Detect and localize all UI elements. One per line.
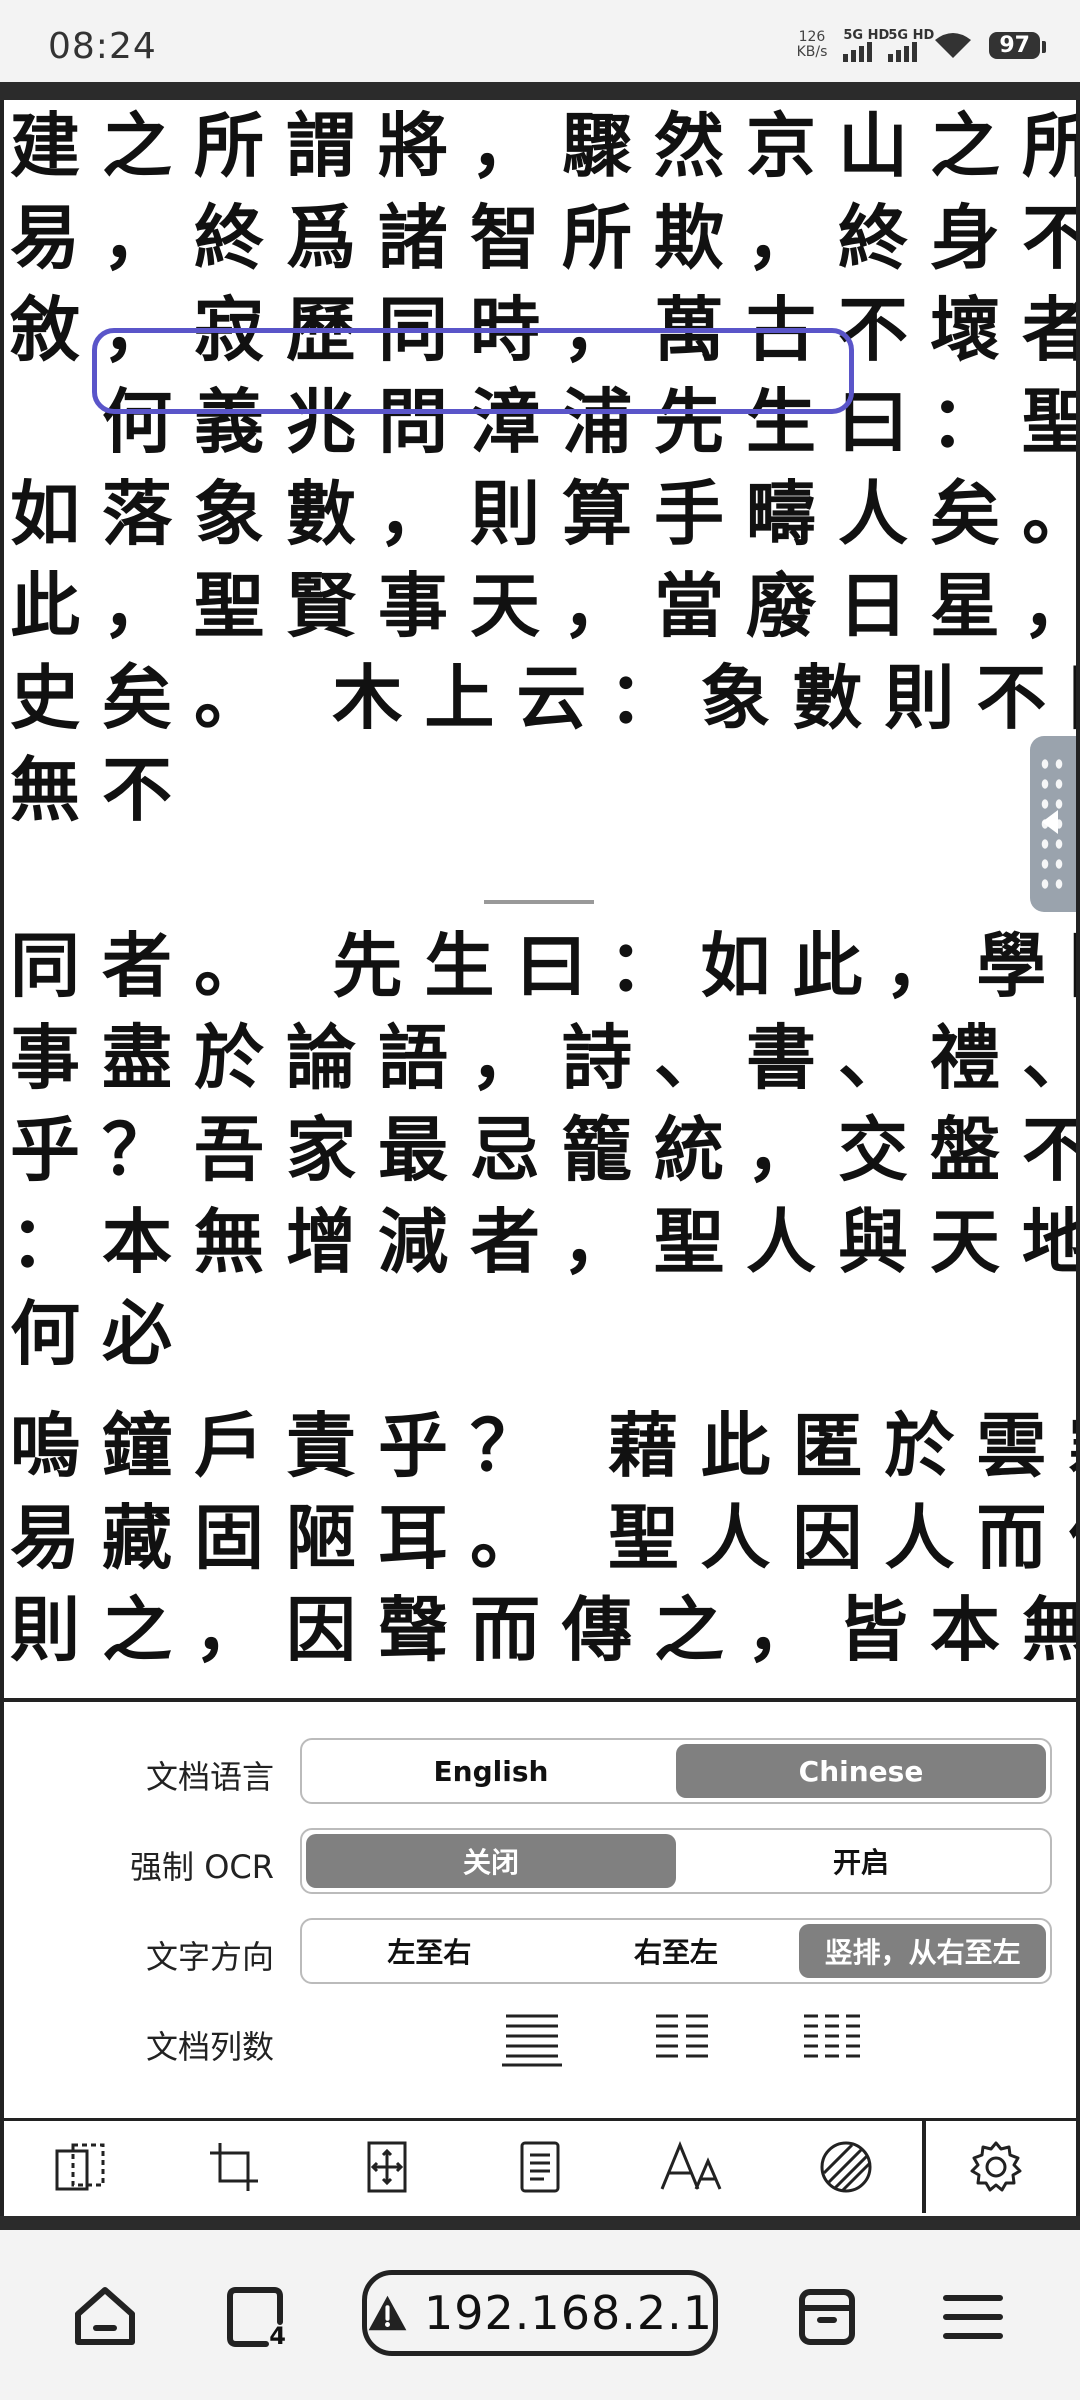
reader-toolbar [0, 2118, 1080, 2216]
tabs-count: 4 [269, 2322, 286, 2350]
crop-button[interactable] [157, 2121, 310, 2213]
selection-highlight[interactable] [92, 328, 854, 414]
signal-icon: 5G HD [888, 28, 934, 62]
two-column-icon[interactable] [650, 2008, 714, 2068]
text-line: 何必 [10, 1292, 194, 1375]
column-separator [484, 900, 594, 904]
option-off[interactable]: 关闭 [306, 1834, 676, 1888]
contrast-button[interactable] [769, 2121, 922, 2213]
status-time: 08:24 [48, 26, 157, 67]
text-line: 易，終爲諸智所欺，終身不反矣。 易之秩 [10, 196, 1076, 279]
status-icons: 126 KB/s 5G HD 5G HD 97 [797, 28, 1046, 62]
columns-options [500, 2008, 864, 2068]
crop-icon [209, 2143, 258, 2191]
home-button[interactable] [60, 2272, 150, 2362]
bookmark-box-button[interactable] [782, 2272, 872, 2362]
option-left-to-right[interactable]: 左至右 [306, 1924, 553, 1978]
font-size-button[interactable] [616, 2121, 769, 2213]
settings-panel: 文档语言 English Chinese 强制 OCR 关闭 开启 文字方向 左… [0, 1698, 1080, 2122]
wifi-icon [933, 30, 973, 60]
option-vertical-rtl[interactable]: 竖排，从右至左 [799, 1924, 1047, 1978]
page-fit-icon [55, 2143, 104, 2191]
warning-icon [368, 2295, 407, 2331]
three-column-icon[interactable] [800, 2008, 864, 2068]
top-divider [0, 82, 1080, 100]
text-line: 乎？吾家最忌籠統，交盤不得。 潛老夫曰 [10, 1108, 1076, 1191]
document-view[interactable]: 建之所謂將，驟然京山之所謂竊，不深於 易，終爲諸智所欺，終身不反矣。 易之秩 敘… [0, 100, 1080, 1698]
home-icon [75, 2287, 135, 2345]
setting-columns: 文档列数 [4, 2008, 1080, 2080]
expand-button[interactable] [310, 2121, 463, 2213]
setting-label: 强制 OCR [130, 1848, 274, 1886]
status-bar: 08:24 126 KB/s 5G HD 5G HD 97 [0, 0, 1080, 82]
text-line: 易藏固陋耳。 聖人因人而倫之，因物而 [10, 1496, 1076, 1579]
text-line: 事盡於論語，詩、書、禮、樂、春秋何故作 [10, 1016, 1076, 1099]
text-line: 史矣。 木上云：象數則不同，何思何慮， [10, 656, 1076, 739]
text-line: 無不 [10, 748, 194, 831]
setting-language: 文档语言 English Chinese [4, 1738, 1080, 1810]
net-speed-unit: KB/s [796, 44, 828, 60]
option-on[interactable]: 开启 [676, 1834, 1046, 1888]
page-view-icon [520, 2141, 559, 2193]
battery-icon: 97 [989, 31, 1046, 59]
text-line: 建之所謂將，驟然京山之所謂竊，不深於 [10, 104, 1076, 187]
signal-icon: 5G HD [843, 28, 889, 62]
text-direction-segment: 左至右 右至左 竖排，从右至左 [300, 1918, 1052, 1984]
text-line: 嗚鐘戶責乎？ 藉此匿於雲霧，又能奪人， [10, 1404, 1076, 1487]
text-line: 如落象數，則算手疇人矣。先生曰：如 [10, 472, 1080, 555]
expand-icon [367, 2141, 406, 2193]
chevron-left-icon [1042, 810, 1058, 834]
settings-button[interactable] [922, 2121, 1066, 2213]
page-fit-button[interactable] [4, 2121, 157, 2213]
force-ocr-segment: 关闭 开启 [300, 1828, 1052, 1894]
text-line: 則之，因聲而傳之，皆本無增減者也，而能 [10, 1588, 1076, 1671]
signal-label: 5G HD [888, 28, 935, 43]
bookmark-box-icon [799, 2289, 855, 2345]
text-line: ：本無增減者，聖人與天地皆不憂者也。 [10, 1200, 1076, 1283]
menu-button[interactable] [928, 2272, 1018, 2362]
page-view-button[interactable] [463, 2121, 616, 2213]
setting-force-ocr: 强制 OCR 关闭 开启 [4, 1828, 1080, 1900]
net-speed: 126 KB/s [797, 30, 828, 60]
font-size-icon [660, 2141, 721, 2190]
text-line: 同者。 先生曰：如此，學問止於中庸，行 [10, 924, 1076, 1007]
menu-icon [943, 2295, 1003, 2339]
option-right-to-left[interactable]: 右至左 [553, 1924, 800, 1978]
bottom-divider [0, 2216, 1080, 2230]
setting-label: 文档列数 [145, 2028, 274, 2066]
one-column-icon[interactable] [500, 2008, 564, 2068]
url-bar[interactable]: 192.168.2.1 [362, 2270, 718, 2356]
contrast-icon [820, 2141, 871, 2193]
setting-text-direction: 文字方向 左至右 右至左 竖排，从右至左 [4, 1918, 1080, 1990]
setting-label: 文字方向 [145, 1938, 274, 1976]
setting-label: 文档语言 [145, 1758, 274, 1796]
option-chinese[interactable]: Chinese [676, 1744, 1046, 1798]
tabs-button[interactable]: 4 [210, 2272, 300, 2362]
signal-label: 5G HD [843, 28, 890, 43]
side-panel-handle[interactable] [1030, 736, 1076, 912]
text-line: 此，聖賢事天，當廢日星，落日星亦臺官稗 [10, 564, 1076, 647]
url-text: 192.168.2.1 [424, 2286, 713, 2340]
gear-icon [970, 2141, 1022, 2192]
language-segment: English Chinese [300, 1738, 1052, 1804]
option-english[interactable]: English [306, 1744, 676, 1798]
net-speed-value: 126 [798, 29, 826, 45]
browser-nav-bar: 4 192.168.2.1 [0, 2230, 1080, 2400]
